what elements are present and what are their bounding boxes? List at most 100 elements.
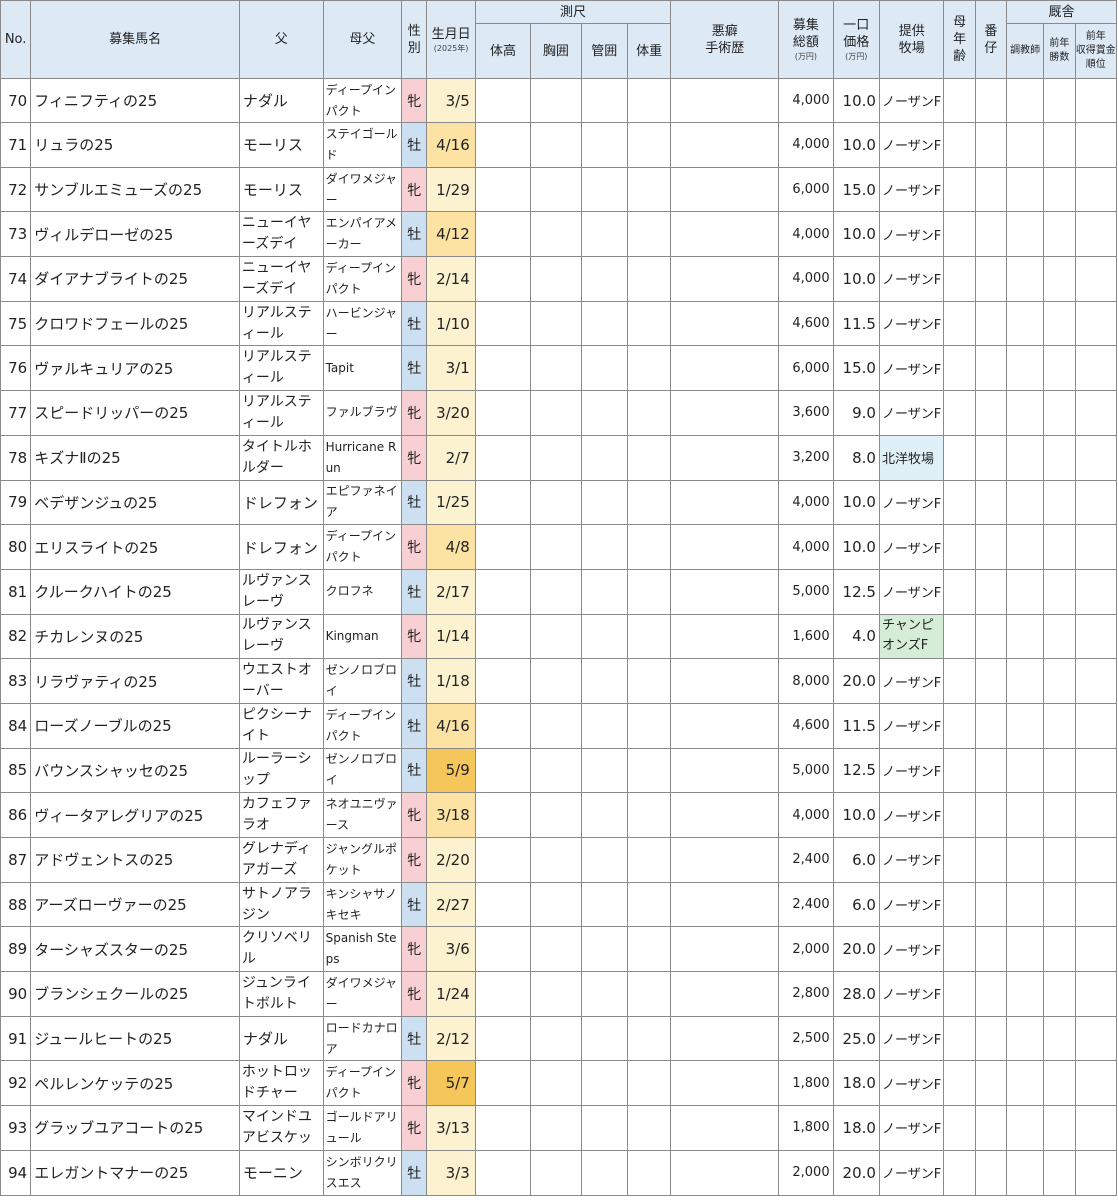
cell-trainer[interactable] (1005, 166, 1045, 213)
cell-prev-wins[interactable] (1043, 837, 1076, 883)
cell-prev-wins[interactable] (1043, 1060, 1076, 1107)
cell-prev-wins[interactable] (1043, 122, 1076, 168)
cell-birth-order[interactable] (974, 345, 1007, 392)
cell-trainer[interactable] (1005, 211, 1045, 258)
cell-height[interactable] (474, 211, 532, 258)
cell-dam-age[interactable] (943, 479, 976, 526)
cell-cannon[interactable] (580, 434, 628, 481)
cell-prev-rank[interactable] (1074, 524, 1118, 570)
cell-cannon[interactable] (580, 568, 628, 615)
cell-chest[interactable] (530, 1105, 582, 1151)
cell-weight[interactable] (626, 613, 672, 660)
cell-birth-order[interactable] (974, 524, 1007, 570)
cell-height[interactable] (474, 300, 532, 347)
cell-dam-age[interactable] (943, 1149, 976, 1196)
cell-birth-order[interactable] (974, 613, 1007, 660)
cell-dam-age[interactable] (943, 300, 976, 347)
cell-birth-order[interactable] (974, 166, 1007, 213)
cell-vice[interactable] (670, 613, 780, 660)
cell-cannon[interactable] (580, 702, 628, 749)
cell-birth-order[interactable] (974, 747, 1007, 794)
cell-prev-rank[interactable] (1074, 971, 1118, 1017)
cell-cannon[interactable] (580, 1015, 628, 1062)
cell-height[interactable] (474, 926, 532, 973)
cell-cannon[interactable] (580, 747, 628, 794)
cell-cannon[interactable] (580, 166, 628, 213)
cell-trainer[interactable] (1005, 568, 1045, 615)
cell-weight[interactable] (626, 1060, 672, 1107)
cell-chest[interactable] (530, 568, 582, 615)
cell-chest[interactable] (530, 971, 582, 1017)
cell-dam-age[interactable] (943, 390, 976, 436)
cell-dam-age[interactable] (943, 434, 976, 481)
cell-trainer[interactable] (1005, 390, 1045, 436)
cell-dam-age[interactable] (943, 792, 976, 838)
cell-cannon[interactable] (580, 1149, 628, 1196)
cell-chest[interactable] (530, 390, 582, 436)
cell-weight[interactable] (626, 971, 672, 1017)
cell-dam-age[interactable] (943, 78, 976, 123)
cell-height[interactable] (474, 658, 532, 704)
cell-trainer[interactable] (1005, 1149, 1045, 1196)
cell-birth-order[interactable] (974, 256, 1007, 302)
cell-chest[interactable] (530, 211, 582, 258)
cell-prev-wins[interactable] (1043, 1105, 1076, 1151)
cell-cannon[interactable] (580, 211, 628, 258)
cell-cannon[interactable] (580, 256, 628, 302)
cell-prev-wins[interactable] (1043, 211, 1076, 258)
cell-dam-age[interactable] (943, 926, 976, 973)
cell-birth-order[interactable] (974, 792, 1007, 838)
cell-trainer[interactable] (1005, 837, 1045, 883)
cell-height[interactable] (474, 256, 532, 302)
cell-prev-wins[interactable] (1043, 166, 1076, 213)
cell-prev-wins[interactable] (1043, 1149, 1076, 1196)
cell-chest[interactable] (530, 524, 582, 570)
cell-weight[interactable] (626, 256, 672, 302)
cell-cannon[interactable] (580, 926, 628, 973)
cell-chest[interactable] (530, 345, 582, 392)
cell-birth-order[interactable] (974, 78, 1007, 123)
cell-cannon[interactable] (580, 122, 628, 168)
cell-vice[interactable] (670, 390, 780, 436)
cell-prev-rank[interactable] (1074, 166, 1118, 213)
cell-prev-rank[interactable] (1074, 1015, 1118, 1062)
cell-trainer[interactable] (1005, 479, 1045, 526)
cell-prev-wins[interactable] (1043, 256, 1076, 302)
cell-height[interactable] (474, 747, 532, 794)
cell-weight[interactable] (626, 166, 672, 213)
cell-prev-wins[interactable] (1043, 78, 1076, 123)
cell-height[interactable] (474, 1149, 532, 1196)
cell-vice[interactable] (670, 702, 780, 749)
cell-cannon[interactable] (580, 1105, 628, 1151)
cell-prev-wins[interactable] (1043, 568, 1076, 615)
cell-height[interactable] (474, 837, 532, 883)
cell-birth-order[interactable] (974, 122, 1007, 168)
cell-weight[interactable] (626, 524, 672, 570)
cell-height[interactable] (474, 1105, 532, 1151)
cell-prev-rank[interactable] (1074, 390, 1118, 436)
cell-vice[interactable] (670, 434, 780, 481)
cell-trainer[interactable] (1005, 971, 1045, 1017)
cell-cannon[interactable] (580, 479, 628, 526)
cell-prev-wins[interactable] (1043, 792, 1076, 838)
cell-birth-order[interactable] (974, 926, 1007, 973)
cell-prev-wins[interactable] (1043, 926, 1076, 973)
cell-birth-order[interactable] (974, 702, 1007, 749)
cell-weight[interactable] (626, 926, 672, 973)
cell-prev-wins[interactable] (1043, 345, 1076, 392)
cell-trainer[interactable] (1005, 78, 1045, 123)
cell-vice[interactable] (670, 1149, 780, 1196)
cell-prev-wins[interactable] (1043, 524, 1076, 570)
cell-prev-wins[interactable] (1043, 658, 1076, 704)
cell-weight[interactable] (626, 78, 672, 123)
cell-vice[interactable] (670, 926, 780, 973)
cell-height[interactable] (474, 78, 532, 123)
cell-dam-age[interactable] (943, 747, 976, 794)
cell-cannon[interactable] (580, 837, 628, 883)
cell-birth-order[interactable] (974, 1105, 1007, 1151)
cell-prev-wins[interactable] (1043, 881, 1076, 928)
cell-cannon[interactable] (580, 390, 628, 436)
cell-vice[interactable] (670, 524, 780, 570)
cell-weight[interactable] (626, 1105, 672, 1151)
cell-weight[interactable] (626, 300, 672, 347)
